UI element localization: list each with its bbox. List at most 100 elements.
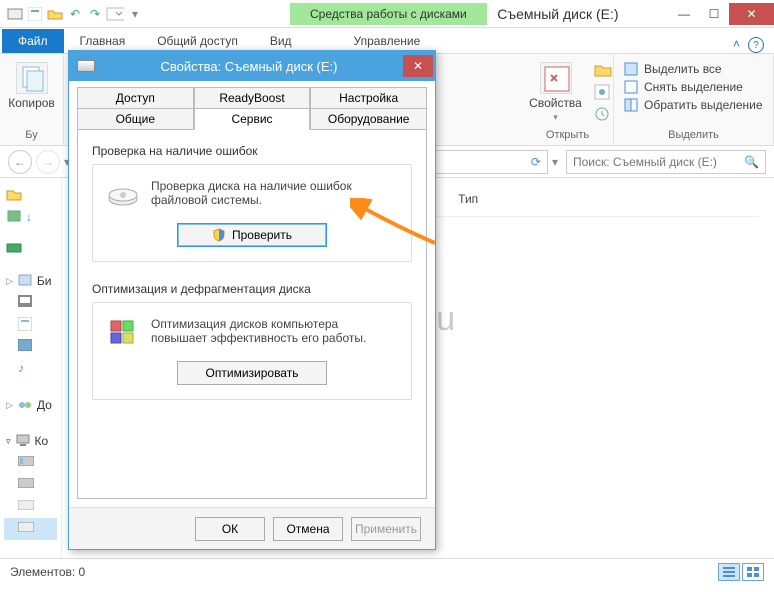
invert-icon — [624, 98, 638, 112]
apply-button[interactable]: Применить — [351, 517, 421, 541]
optimize-button[interactable]: Оптимизировать — [177, 361, 327, 385]
title-bar: ↶ ↷ ▾ Средства работы с дисками Съемный … — [0, 0, 774, 28]
properties-label: Свойства — [529, 96, 582, 110]
window-title: Съемный диск (E:) — [487, 6, 669, 22]
edit-icon[interactable] — [594, 84, 612, 103]
quick-access-toolbar: ↶ ↷ ▾ — [0, 5, 150, 23]
chevron-down-icon[interactable]: ▾ — [126, 5, 144, 23]
properties-button[interactable]: Свойства ▾ — [523, 58, 588, 127]
folder-icon[interactable] — [46, 5, 64, 23]
properties-icon — [540, 62, 572, 94]
defrag-title: Оптимизация и дефрагментация диска — [92, 282, 412, 296]
error-check-desc: Проверка диска на наличие ошибок файлово… — [151, 179, 397, 207]
select-all-icon — [624, 62, 638, 76]
dialog-titlebar[interactable]: Свойства: Съемный диск (E:) ✕ — [69, 51, 435, 81]
check-button[interactable]: Проверить — [177, 223, 327, 247]
expand-icon[interactable]: ▷ — [6, 276, 13, 287]
sidebar-item[interactable] — [4, 292, 57, 314]
maximize-button[interactable]: ☐ — [699, 3, 729, 25]
details-view-button[interactable] — [718, 563, 740, 581]
check-button-label: Проверить — [232, 228, 292, 242]
select-group-label: Выделить — [668, 129, 719, 143]
sidebar-item-homegroup[interactable]: ▷ До — [4, 394, 57, 416]
ok-button[interactable]: ОК — [195, 517, 265, 541]
item-count: Элементов: 0 — [10, 565, 85, 579]
tab-customize[interactable]: Настройка — [310, 87, 427, 108]
drive-icon — [6, 5, 24, 23]
deselect-icon — [624, 80, 638, 94]
dialog-title: Свойства: Съемный диск (E:) — [95, 59, 403, 74]
search-input[interactable] — [573, 155, 744, 169]
sidebar-item[interactable] — [4, 314, 57, 336]
sidebar-item-libraries[interactable]: ▷ Би — [4, 270, 57, 292]
sidebar-item[interactable] — [4, 474, 57, 496]
sidebar-item[interactable] — [4, 336, 57, 358]
status-bar: Элементов: 0 — [0, 558, 774, 584]
disk-check-icon — [107, 179, 139, 211]
sidebar-item[interactable] — [4, 238, 57, 260]
redo-icon[interactable]: ↷ — [86, 5, 104, 23]
tab-hardware[interactable]: Оборудование — [310, 108, 427, 129]
column-type[interactable]: Тип — [458, 192, 478, 206]
sidebar-item[interactable]: ↓ — [4, 206, 57, 228]
search-icon[interactable]: 🔍 — [744, 155, 759, 169]
select-all-button[interactable]: Выделить все — [624, 62, 763, 76]
dialog-tabs: Доступ ReadyBoost Настройка Общие Сервис… — [69, 81, 435, 129]
copy-button[interactable]: Копиров — [2, 58, 61, 114]
window-controls: — ☐ ✕ — [669, 3, 774, 25]
address-dropdown-icon[interactable]: ▾ — [552, 155, 558, 169]
select-group: Выделить все Снять выделение Обратить вы… — [614, 54, 774, 145]
properties-dialog: Свойства: Съемный диск (E:) ✕ Доступ Rea… — [68, 50, 436, 550]
undo-icon[interactable]: ↶ — [66, 5, 84, 23]
qat-dropdown-icon[interactable] — [106, 5, 124, 23]
dialog-close-button[interactable]: ✕ — [403, 55, 433, 77]
sidebar-item[interactable]: ♪ — [4, 358, 57, 380]
collapse-icon[interactable]: ▿ — [6, 436, 11, 447]
open-group-label: Открыть — [546, 129, 589, 143]
help-icon[interactable]: ? — [748, 37, 764, 53]
dialog-content: Проверка на наличие ошибок Проверка диск… — [77, 129, 427, 499]
tab-general[interactable]: Общие — [77, 108, 194, 129]
tab-tools[interactable]: Сервис — [194, 108, 311, 130]
forward-button[interactable]: → — [36, 150, 60, 174]
icons-view-button[interactable] — [742, 563, 764, 581]
dialog-footer: ОК Отмена Применить — [69, 507, 435, 549]
back-button[interactable]: ← — [8, 150, 32, 174]
tab-readyboost[interactable]: ReadyBoost — [194, 87, 311, 108]
invert-selection-button[interactable]: Обратить выделение — [624, 98, 763, 112]
sidebar-item-selected[interactable] — [4, 518, 57, 540]
copy-icon — [16, 62, 48, 94]
clipboard-group: Копиров Бу — [0, 54, 64, 145]
refresh-icon[interactable]: ⟳ — [531, 155, 541, 169]
defrag-desc: Оптимизация дисков компьютера повышает э… — [151, 317, 397, 345]
defrag-section: Оптимизация и дефрагментация диска Оптим… — [92, 282, 412, 400]
cancel-button[interactable]: Отмена — [273, 517, 343, 541]
error-check-section: Проверка на наличие ошибок Проверка диск… — [92, 144, 412, 262]
clipboard-group-label: Бу — [25, 129, 37, 143]
open-group: Свойства ▾ Открыть — [522, 54, 614, 145]
select-all-label: Выделить все — [644, 62, 722, 76]
sidebar-item[interactable] — [4, 496, 57, 518]
close-button[interactable]: ✕ — [729, 3, 774, 25]
shield-icon — [212, 228, 226, 242]
contextual-tab[interactable]: Средства работы с дисками — [290, 3, 487, 25]
history-icon[interactable] — [594, 106, 612, 125]
expand-icon[interactable]: ▷ — [6, 400, 13, 411]
open-icon[interactable] — [594, 62, 612, 81]
minimize-button[interactable]: — — [669, 3, 699, 25]
chevron-down-icon: ▾ — [553, 112, 558, 123]
tab-access[interactable]: Доступ — [77, 87, 194, 108]
drive-icon — [77, 60, 95, 72]
sidebar-item[interactable] — [4, 452, 57, 474]
sidebar-label: До — [37, 398, 52, 412]
sidebar-label: Би — [37, 274, 52, 288]
file-tab[interactable]: Файл — [2, 29, 64, 53]
props-icon[interactable] — [26, 5, 44, 23]
collapse-ribbon-icon[interactable]: ˄ — [733, 37, 740, 53]
copy-label: Копиров — [8, 96, 55, 110]
invert-label: Обратить выделение — [644, 98, 763, 112]
deselect-button[interactable]: Снять выделение — [624, 80, 763, 94]
sidebar-item[interactable] — [4, 184, 57, 206]
sidebar-item-computer[interactable]: ▿Ко — [4, 430, 57, 452]
search-box[interactable]: 🔍 — [566, 150, 766, 174]
